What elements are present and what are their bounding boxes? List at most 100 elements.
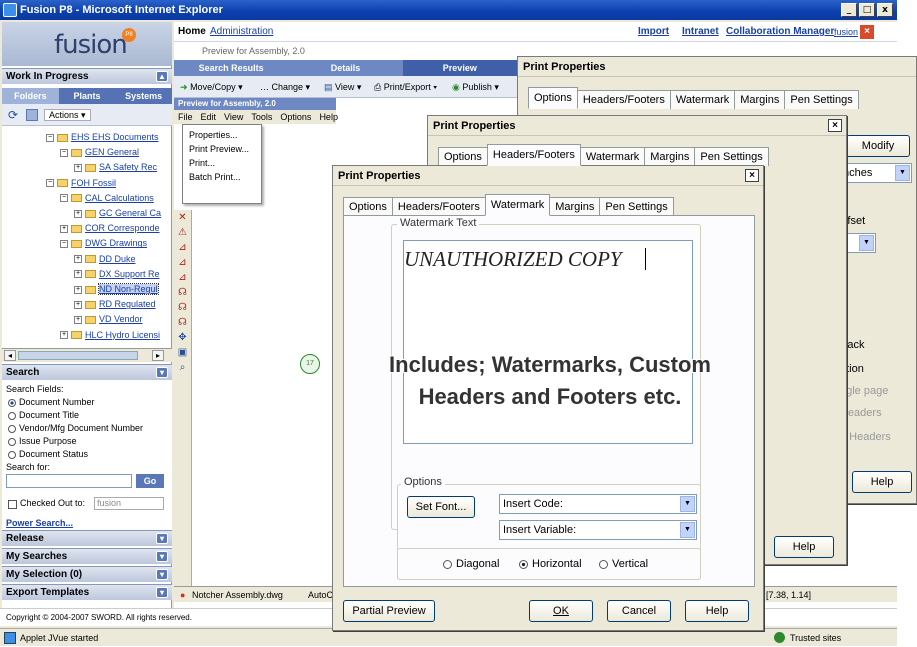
tab-systems[interactable]: Systems	[115, 88, 172, 104]
dropdown-arrow-icon[interactable]: ▼	[895, 165, 910, 181]
tab-options[interactable]: Options	[343, 197, 393, 216]
markup-tool-icon[interactable]: ☊	[174, 285, 191, 300]
view-button[interactable]: ▤ View ▾	[324, 76, 361, 98]
radio-vendor-doc-number[interactable]: Vendor/Mfg Document Number	[8, 422, 143, 434]
tree-item[interactable]: + HLC Hydro Licensi	[60, 328, 160, 342]
select-icon[interactable]: ▣	[174, 345, 191, 360]
tab-watermark[interactable]: Watermark	[484, 194, 551, 216]
expand-icon[interactable]: +	[60, 224, 68, 233]
tree-item[interactable]: + VD Vendor	[74, 312, 143, 326]
tree-item[interactable]: + RD Regulated	[74, 297, 156, 311]
my-searches-header[interactable]: My Searches ▾	[2, 548, 172, 564]
radio-horizontal[interactable]: Horizontal	[519, 558, 582, 570]
collapse-icon[interactable]: −	[60, 148, 68, 157]
tree-hscrollbar[interactable]: ◂ ▸	[2, 348, 172, 362]
markup-tool-icon[interactable]: ☊	[174, 315, 191, 330]
search-input[interactable]	[6, 474, 132, 488]
import-link[interactable]: Import	[638, 22, 669, 42]
close-icon[interactable]: ×	[745, 169, 759, 182]
cancel-button[interactable]: Cancel	[607, 600, 671, 622]
tree-item[interactable]: − GEN General	[60, 145, 139, 159]
tree-item-label[interactable]: COR Corresponde	[85, 223, 160, 233]
collapse-icon[interactable]: −	[46, 133, 54, 142]
tab-pen-settings[interactable]: Pen Settings	[694, 147, 769, 166]
expand-icon[interactable]: +	[74, 164, 82, 173]
menu-file[interactable]: File	[178, 112, 193, 122]
expand-icon[interactable]: +	[74, 285, 82, 294]
release-header[interactable]: Release ▾	[2, 530, 172, 546]
actions-dropdown[interactable]: Actions ▾	[44, 109, 91, 121]
power-search-link[interactable]: Power Search...	[6, 518, 73, 528]
tree-item[interactable]: − FOH Fossil	[46, 176, 116, 190]
user-link[interactable]: fusion	[834, 22, 858, 42]
tab-margins[interactable]: Margins	[734, 90, 786, 109]
collapse-icon[interactable]: −	[46, 179, 54, 188]
scroll-left-icon[interactable]: ◂	[4, 350, 16, 361]
close-button[interactable]: x	[877, 3, 893, 17]
tab-pen-settings[interactable]: Pen Settings	[599, 197, 674, 216]
logout-icon[interactable]: ×	[860, 25, 874, 39]
home-label[interactable]: Home	[178, 22, 206, 42]
collapse-icon[interactable]: −	[60, 240, 68, 249]
dropdown-arrow-icon[interactable]: ▼	[680, 522, 695, 538]
tree-item-label[interactable]: CAL Calculations	[85, 193, 154, 203]
tree-item-label[interactable]: SA Safety Rec	[99, 162, 157, 172]
collapse-icon[interactable]: −	[60, 194, 68, 203]
radio-document-number[interactable]: Document Number	[8, 396, 95, 408]
go-button[interactable]: Go	[136, 474, 164, 488]
menu-edit[interactable]: Edit	[201, 112, 217, 122]
move-copy-button[interactable]: ➜ Move/Copy ▾	[180, 76, 243, 98]
menu-item-batch-print[interactable]: Batch Print...	[183, 170, 261, 184]
expand-icon[interactable]: +	[74, 300, 82, 309]
tree-item-label[interactable]: HLC Hydro Licensi	[85, 330, 160, 340]
insert-code-dropdown[interactable]: Insert Code: ▼	[499, 494, 697, 514]
markup-tool-icon[interactable]: ⚠	[174, 225, 191, 240]
intranet-link[interactable]: Intranet	[682, 22, 719, 42]
expand-icon[interactable]: ▾	[156, 569, 168, 580]
print-export-button[interactable]: ⎙ Print/Export ▾	[374, 76, 437, 98]
expand-icon[interactable]: +	[60, 331, 68, 340]
tab-preview[interactable]: Preview	[402, 60, 517, 76]
maximize-button[interactable]: □	[859, 3, 875, 17]
tree-item[interactable]: + GC General Ca	[74, 206, 161, 220]
tree-item-label[interactable]: GEN General	[85, 147, 139, 157]
arrow-icon[interactable]: ✥	[174, 330, 191, 345]
expand-icon[interactable]: +	[74, 270, 82, 279]
zoom-icon[interactable]: ⌕	[174, 360, 191, 375]
tab-margins[interactable]: Margins	[644, 147, 696, 166]
dropdown-arrow-icon[interactable]: ▼	[859, 235, 874, 251]
tree-item-label[interactable]: DD Duke	[99, 254, 136, 264]
help-button[interactable]: Help	[852, 471, 912, 493]
search-header[interactable]: Search ▾	[2, 364, 172, 380]
checked-out-checkbox[interactable]	[8, 500, 17, 509]
tree-item[interactable]: + DX Support Re	[74, 267, 160, 281]
menu-item-print-preview[interactable]: Print Preview...	[183, 142, 261, 156]
insert-variable-dropdown[interactable]: Insert Variable: ▼	[499, 520, 697, 540]
markup-tool-icon[interactable]: ⊿	[174, 255, 191, 270]
markup-tool-icon[interactable]: ✕	[174, 210, 191, 225]
tab-options[interactable]: Options	[438, 147, 488, 166]
wip-header[interactable]: Work In Progress ▲	[2, 68, 172, 84]
modify-button[interactable]: Modify	[846, 135, 910, 157]
tree-item-label[interactable]: GC General Ca	[99, 208, 161, 218]
radio-document-status[interactable]: Document Status	[8, 448, 88, 460]
close-icon[interactable]: ×	[828, 119, 842, 132]
scroll-right-icon[interactable]: ▸	[152, 350, 164, 361]
markup-tool-icon[interactable]: ⊿	[174, 270, 191, 285]
tab-headers-footers[interactable]: Headers/Footers	[576, 90, 671, 109]
menu-options[interactable]: Options	[280, 112, 311, 122]
tree-item[interactable]: + ND Non-Regul	[74, 282, 159, 296]
dropdown-arrow-icon[interactable]: ▼	[680, 496, 695, 512]
tree-item-label[interactable]: VD Vendor	[99, 314, 143, 324]
units-dropdown[interactable]: Inches ▼	[836, 163, 912, 183]
tree-item[interactable]: − EHS EHS Documents	[46, 130, 159, 144]
tree-item-label[interactable]: FOH Fossil	[71, 178, 116, 188]
checked-out-input[interactable]: fusion	[94, 497, 164, 510]
menu-tools[interactable]: Tools	[251, 112, 272, 122]
administration-link[interactable]: Administration	[210, 22, 273, 42]
expand-icon[interactable]: +	[74, 316, 82, 325]
minimize-button[interactable]: _	[841, 3, 857, 17]
markup-tool-icon[interactable]: ☊	[174, 300, 191, 315]
tree-item-label[interactable]: EHS EHS Documents	[71, 132, 159, 142]
radio-vertical[interactable]: Vertical	[599, 558, 648, 570]
